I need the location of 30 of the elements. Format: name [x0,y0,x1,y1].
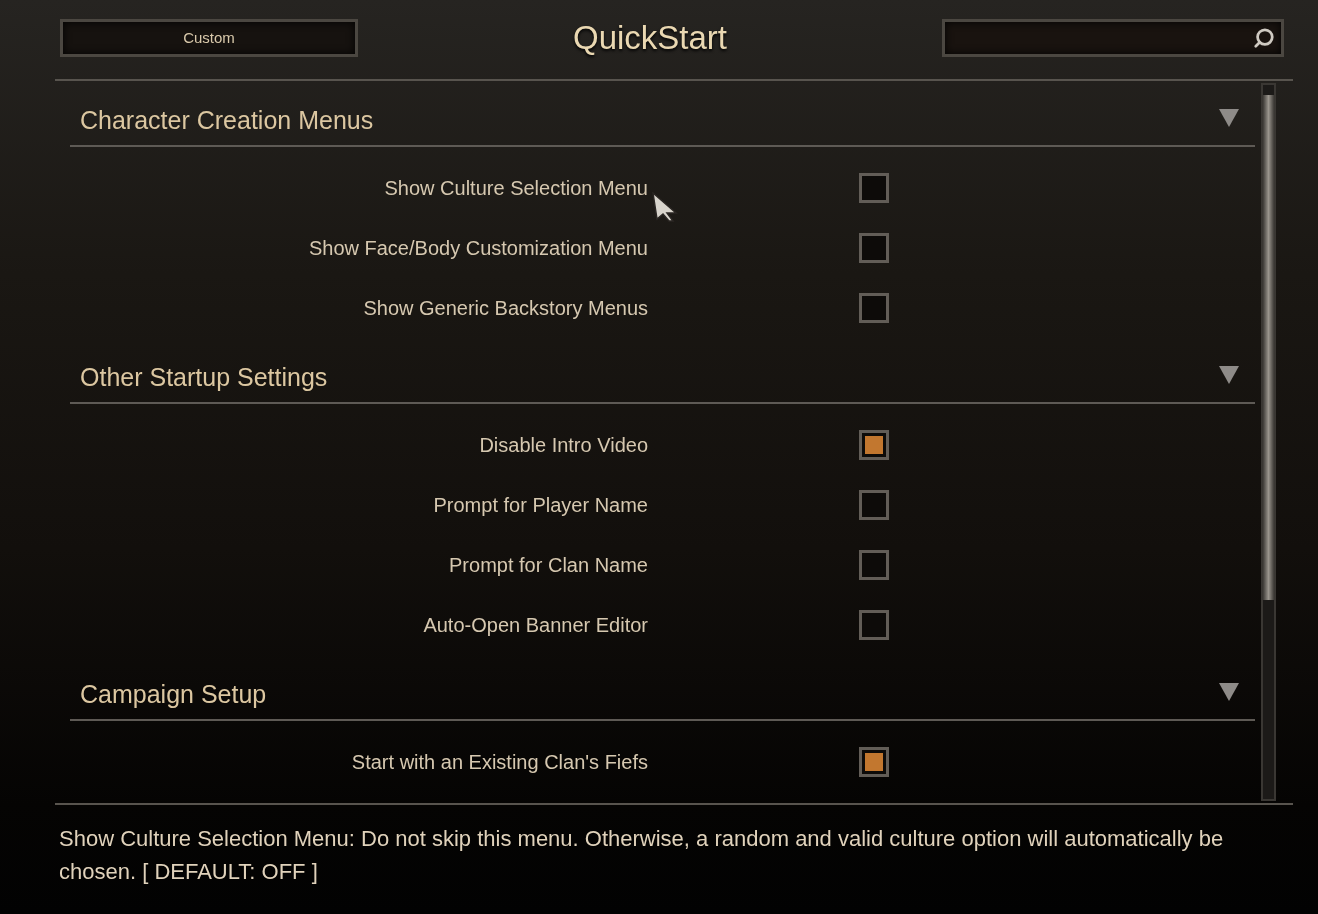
search-icon[interactable] [1253,27,1275,49]
option-label: Show Generic Backstory Menus [363,296,648,321]
option-label: Auto-Open Banner Editor [423,613,648,638]
section-title: Campaign Setup [80,679,267,709]
checkbox[interactable] [859,747,889,777]
option-label: Start with an Existing Clan's Fiefs [351,750,648,775]
checkbox[interactable] [859,610,889,640]
option-label: Show Face/Body Customization Menu [308,236,648,261]
checkbox[interactable] [859,233,889,263]
mode-button[interactable]: Custom [60,19,358,57]
caret-down-icon[interactable] [1219,683,1239,701]
section-title: Character Creation Menus [80,105,374,135]
checkbox[interactable] [859,293,889,323]
option-label: Prompt for Clan Name [449,553,648,578]
scrollbar[interactable] [1261,83,1276,801]
mouse-cursor-icon [652,192,678,222]
checkbox[interactable] [859,173,889,203]
option-label: Disable Intro Video [479,433,648,458]
scrollbar-thumb[interactable] [1263,95,1274,600]
section-title: Other Startup Settings [80,362,328,392]
option-label: Show Culture Selection Menu [384,176,648,201]
checkbox[interactable] [859,430,889,460]
checkbox[interactable] [859,550,889,580]
caret-down-icon[interactable] [1219,366,1239,384]
page-title: QuickStart [572,18,727,58]
caret-down-icon[interactable] [1219,109,1239,127]
option-description: Show Culture Selection Menu: Do not skip this menu. Otherwise, a random and valid culture option will automatically be chosen. [ DEFAULT: OFF ] [59,825,1225,886]
search-field[interactable] [942,19,1284,57]
option-label: Prompt for Player Name [433,493,648,518]
checkbox[interactable] [859,490,889,520]
